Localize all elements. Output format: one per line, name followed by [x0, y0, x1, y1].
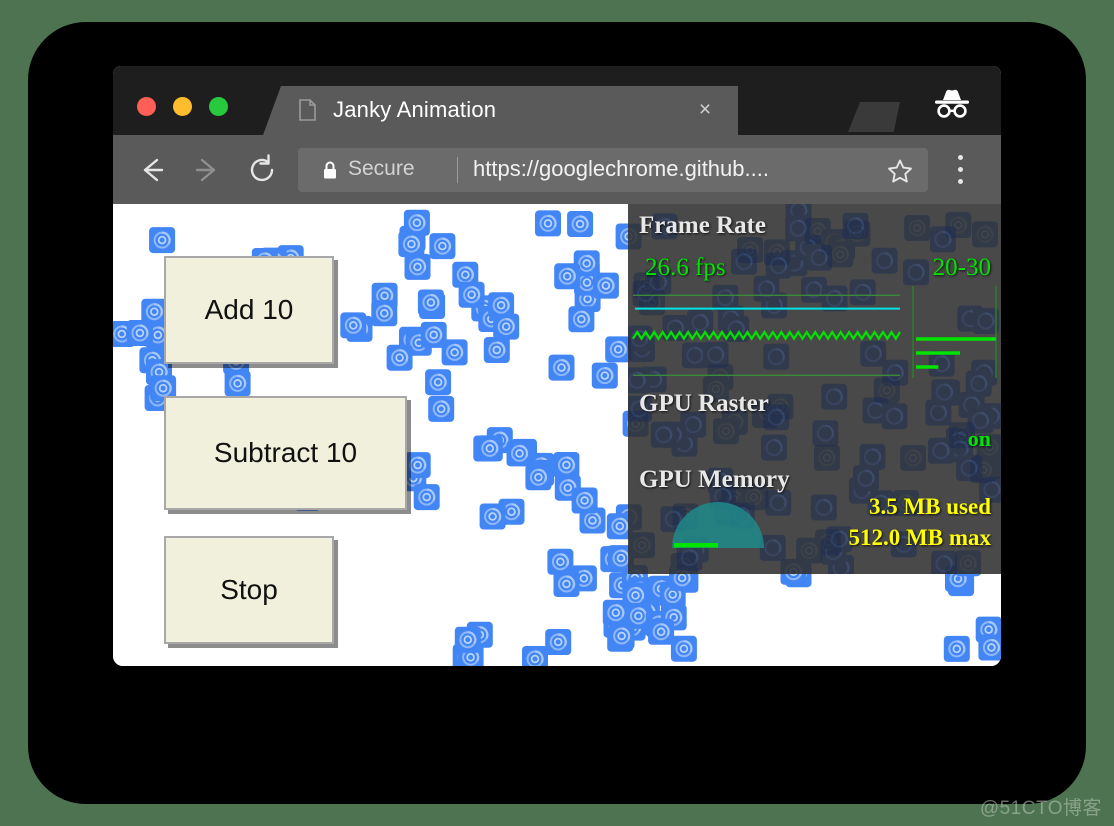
- menu-dot: [958, 155, 963, 160]
- watermark: @51CTO博客: [980, 793, 1102, 820]
- stop-button[interactable]: Stop: [164, 536, 334, 644]
- menu-dot: [958, 179, 963, 184]
- gpu-memory-heading: GPU Memory: [639, 466, 790, 494]
- reload-icon[interactable]: [245, 153, 279, 187]
- fps-current-value: 26.6 fps: [645, 254, 726, 282]
- gpu-raster-heading: GPU Raster: [639, 390, 769, 418]
- browser-toolbar: Secure https://googlechrome.github....: [113, 135, 1001, 204]
- incognito-icon[interactable]: [929, 84, 975, 124]
- gpu-memory-used-value: 3.5 MB used: [869, 494, 991, 520]
- document-icon: [299, 99, 316, 121]
- back-arrow-icon[interactable]: [135, 153, 169, 187]
- forward-arrow-icon[interactable]: [190, 153, 224, 187]
- fps-overlay-panel: Frame Rate 26.6 fps 20-30 GPU Raster on …: [628, 204, 1001, 574]
- frame-rate-heading: Frame Rate: [639, 212, 766, 240]
- add-10-button[interactable]: Add 10: [164, 256, 334, 364]
- gpu-raster-value: on: [968, 426, 991, 452]
- subtract-10-button[interactable]: Subtract 10: [164, 396, 407, 510]
- security-status-label: Secure: [348, 157, 415, 181]
- minimize-window-button[interactable]: [173, 97, 192, 116]
- close-icon[interactable]: ×: [694, 99, 716, 121]
- lock-icon: [322, 160, 338, 180]
- tab-strip: Janky Animation ×: [113, 66, 1001, 135]
- close-window-button[interactable]: [137, 97, 156, 116]
- tab-title: Janky Animation: [333, 97, 496, 123]
- maximize-window-button[interactable]: [209, 97, 228, 116]
- kebab-menu-icon[interactable]: [958, 155, 964, 185]
- window-controls: [137, 97, 228, 116]
- gpu-memory-gauge: [664, 492, 772, 554]
- new-tab-button[interactable]: [848, 102, 900, 132]
- star-icon[interactable]: [887, 158, 913, 184]
- omnibox-divider: [457, 157, 458, 183]
- tab-janky-animation[interactable]: Janky Animation ×: [263, 86, 738, 135]
- browser-window: Janky Animation ×: [113, 66, 1001, 666]
- menu-dot: [958, 167, 963, 172]
- address-bar[interactable]: Secure https://googlechrome.github....: [298, 148, 928, 192]
- url-text: https://googlechrome.github....: [473, 156, 769, 182]
- gpu-memory-max-value: 512.0 MB max: [849, 525, 991, 551]
- frame-rate-graph: [628, 282, 1001, 382]
- fps-range-value: 20-30: [933, 254, 991, 282]
- page-content: Add 10 Subtract 10 Stop Frame Rate 26.6 …: [113, 204, 1001, 666]
